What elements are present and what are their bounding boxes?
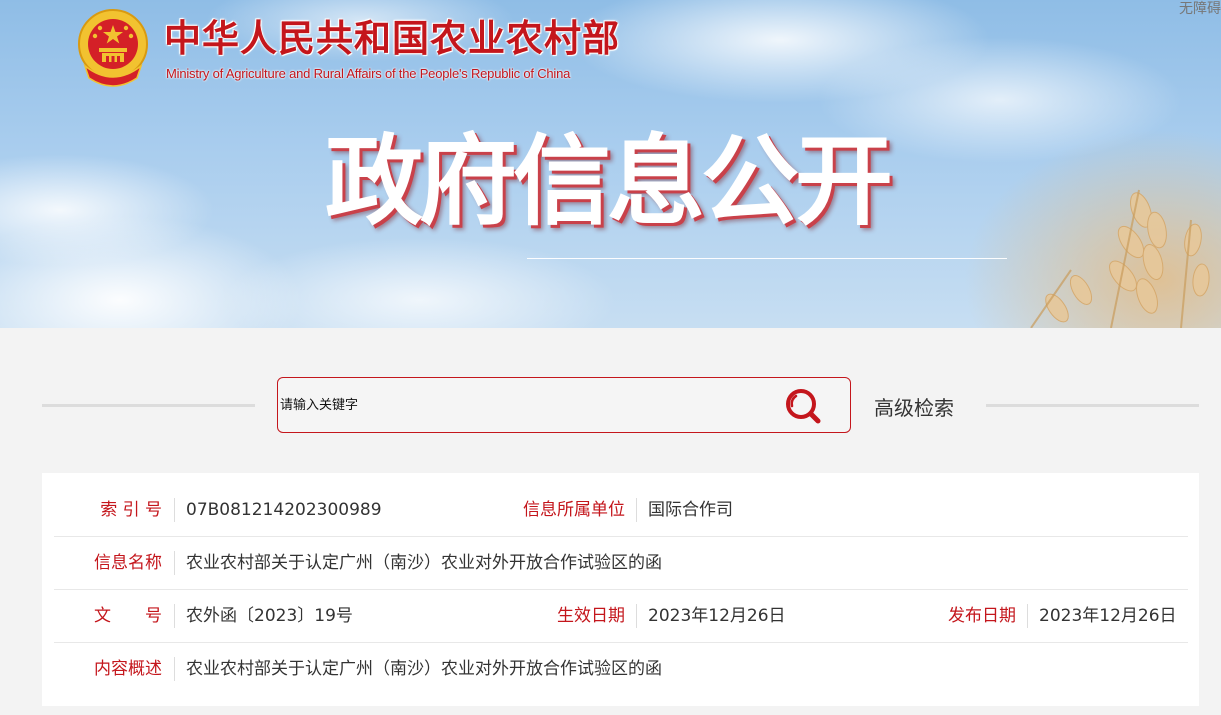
info-row-index: 索 引 号 07B081214202300989 信息所属单位 国际合作司 bbox=[54, 484, 1188, 537]
info-panel: 索 引 号 07B081214202300989 信息所属单位 国际合作司 信息… bbox=[42, 473, 1199, 706]
effective-date-value: 2023年12月26日 bbox=[648, 606, 786, 626]
effective-date-label: 生效日期 bbox=[557, 606, 625, 626]
info-row-summary: 内容概述 农业农村部关于认定广州（南沙）农业对外开放合作试验区的函 bbox=[54, 643, 1188, 695]
divider-right bbox=[986, 404, 1199, 407]
unit-label: 信息所属单位 bbox=[523, 500, 625, 520]
name-label: 信息名称 bbox=[94, 553, 162, 573]
summary-label: 内容概述 bbox=[94, 659, 162, 679]
divider bbox=[1027, 604, 1028, 628]
search-icon[interactable] bbox=[782, 386, 826, 426]
accessibility-link[interactable]: 无障碍 bbox=[1179, 0, 1221, 18]
divider bbox=[174, 498, 175, 522]
docno-value: 农外函〔2023〕19号 bbox=[186, 606, 353, 626]
summary-value: 农业农村部关于认定广州（南沙）农业对外开放合作试验区的函 bbox=[186, 659, 662, 679]
section-title: 政府信息公开 bbox=[325, 125, 893, 239]
divider bbox=[636, 498, 637, 522]
info-row-name: 信息名称 农业农村部关于认定广州（南沙）农业对外开放合作试验区的函 bbox=[54, 537, 1188, 590]
divider bbox=[174, 657, 175, 681]
divider-left bbox=[42, 404, 255, 407]
divider bbox=[636, 604, 637, 628]
search-area: 高级检索 bbox=[0, 328, 1221, 473]
divider bbox=[174, 604, 175, 628]
header-banner: 中华人民共和国农业农村部 Ministry of Agriculture and… bbox=[0, 0, 1221, 328]
unit-value: 国际合作司 bbox=[648, 500, 733, 520]
info-row-docno: 文 号 农外函〔2023〕19号 生效日期 2023年12月26日 发布日期 2… bbox=[54, 590, 1188, 643]
ministry-name-cn: 中华人民共和国农业农村部 bbox=[164, 16, 620, 60]
search-input[interactable] bbox=[278, 378, 770, 432]
ministry-name-en: Ministry of Agriculture and Rural Affair… bbox=[166, 66, 571, 81]
divider bbox=[174, 551, 175, 575]
docno-label: 文 号 bbox=[94, 606, 162, 626]
search-box bbox=[277, 377, 851, 433]
index-label: 索 引 号 bbox=[100, 500, 162, 520]
name-value: 农业农村部关于认定广州（南沙）农业对外开放合作试验区的函 bbox=[186, 553, 662, 573]
index-value: 07B081214202300989 bbox=[186, 500, 382, 520]
title-underline bbox=[527, 258, 1007, 259]
wheat-decoration bbox=[1030, 189, 1210, 328]
publish-date-label: 发布日期 bbox=[948, 606, 1016, 626]
advanced-search-link[interactable]: 高级检索 bbox=[874, 392, 954, 421]
national-emblem-icon bbox=[78, 9, 148, 87]
publish-date-value: 2023年12月26日 bbox=[1039, 606, 1177, 626]
